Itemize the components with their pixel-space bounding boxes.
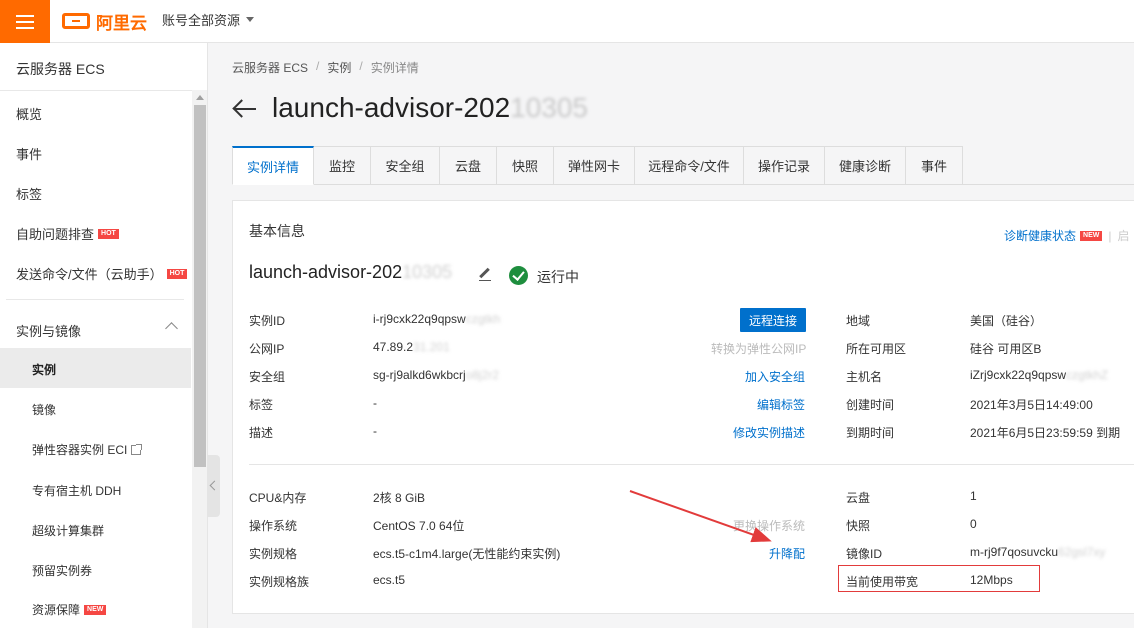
annotation-arrow xyxy=(629,490,772,543)
